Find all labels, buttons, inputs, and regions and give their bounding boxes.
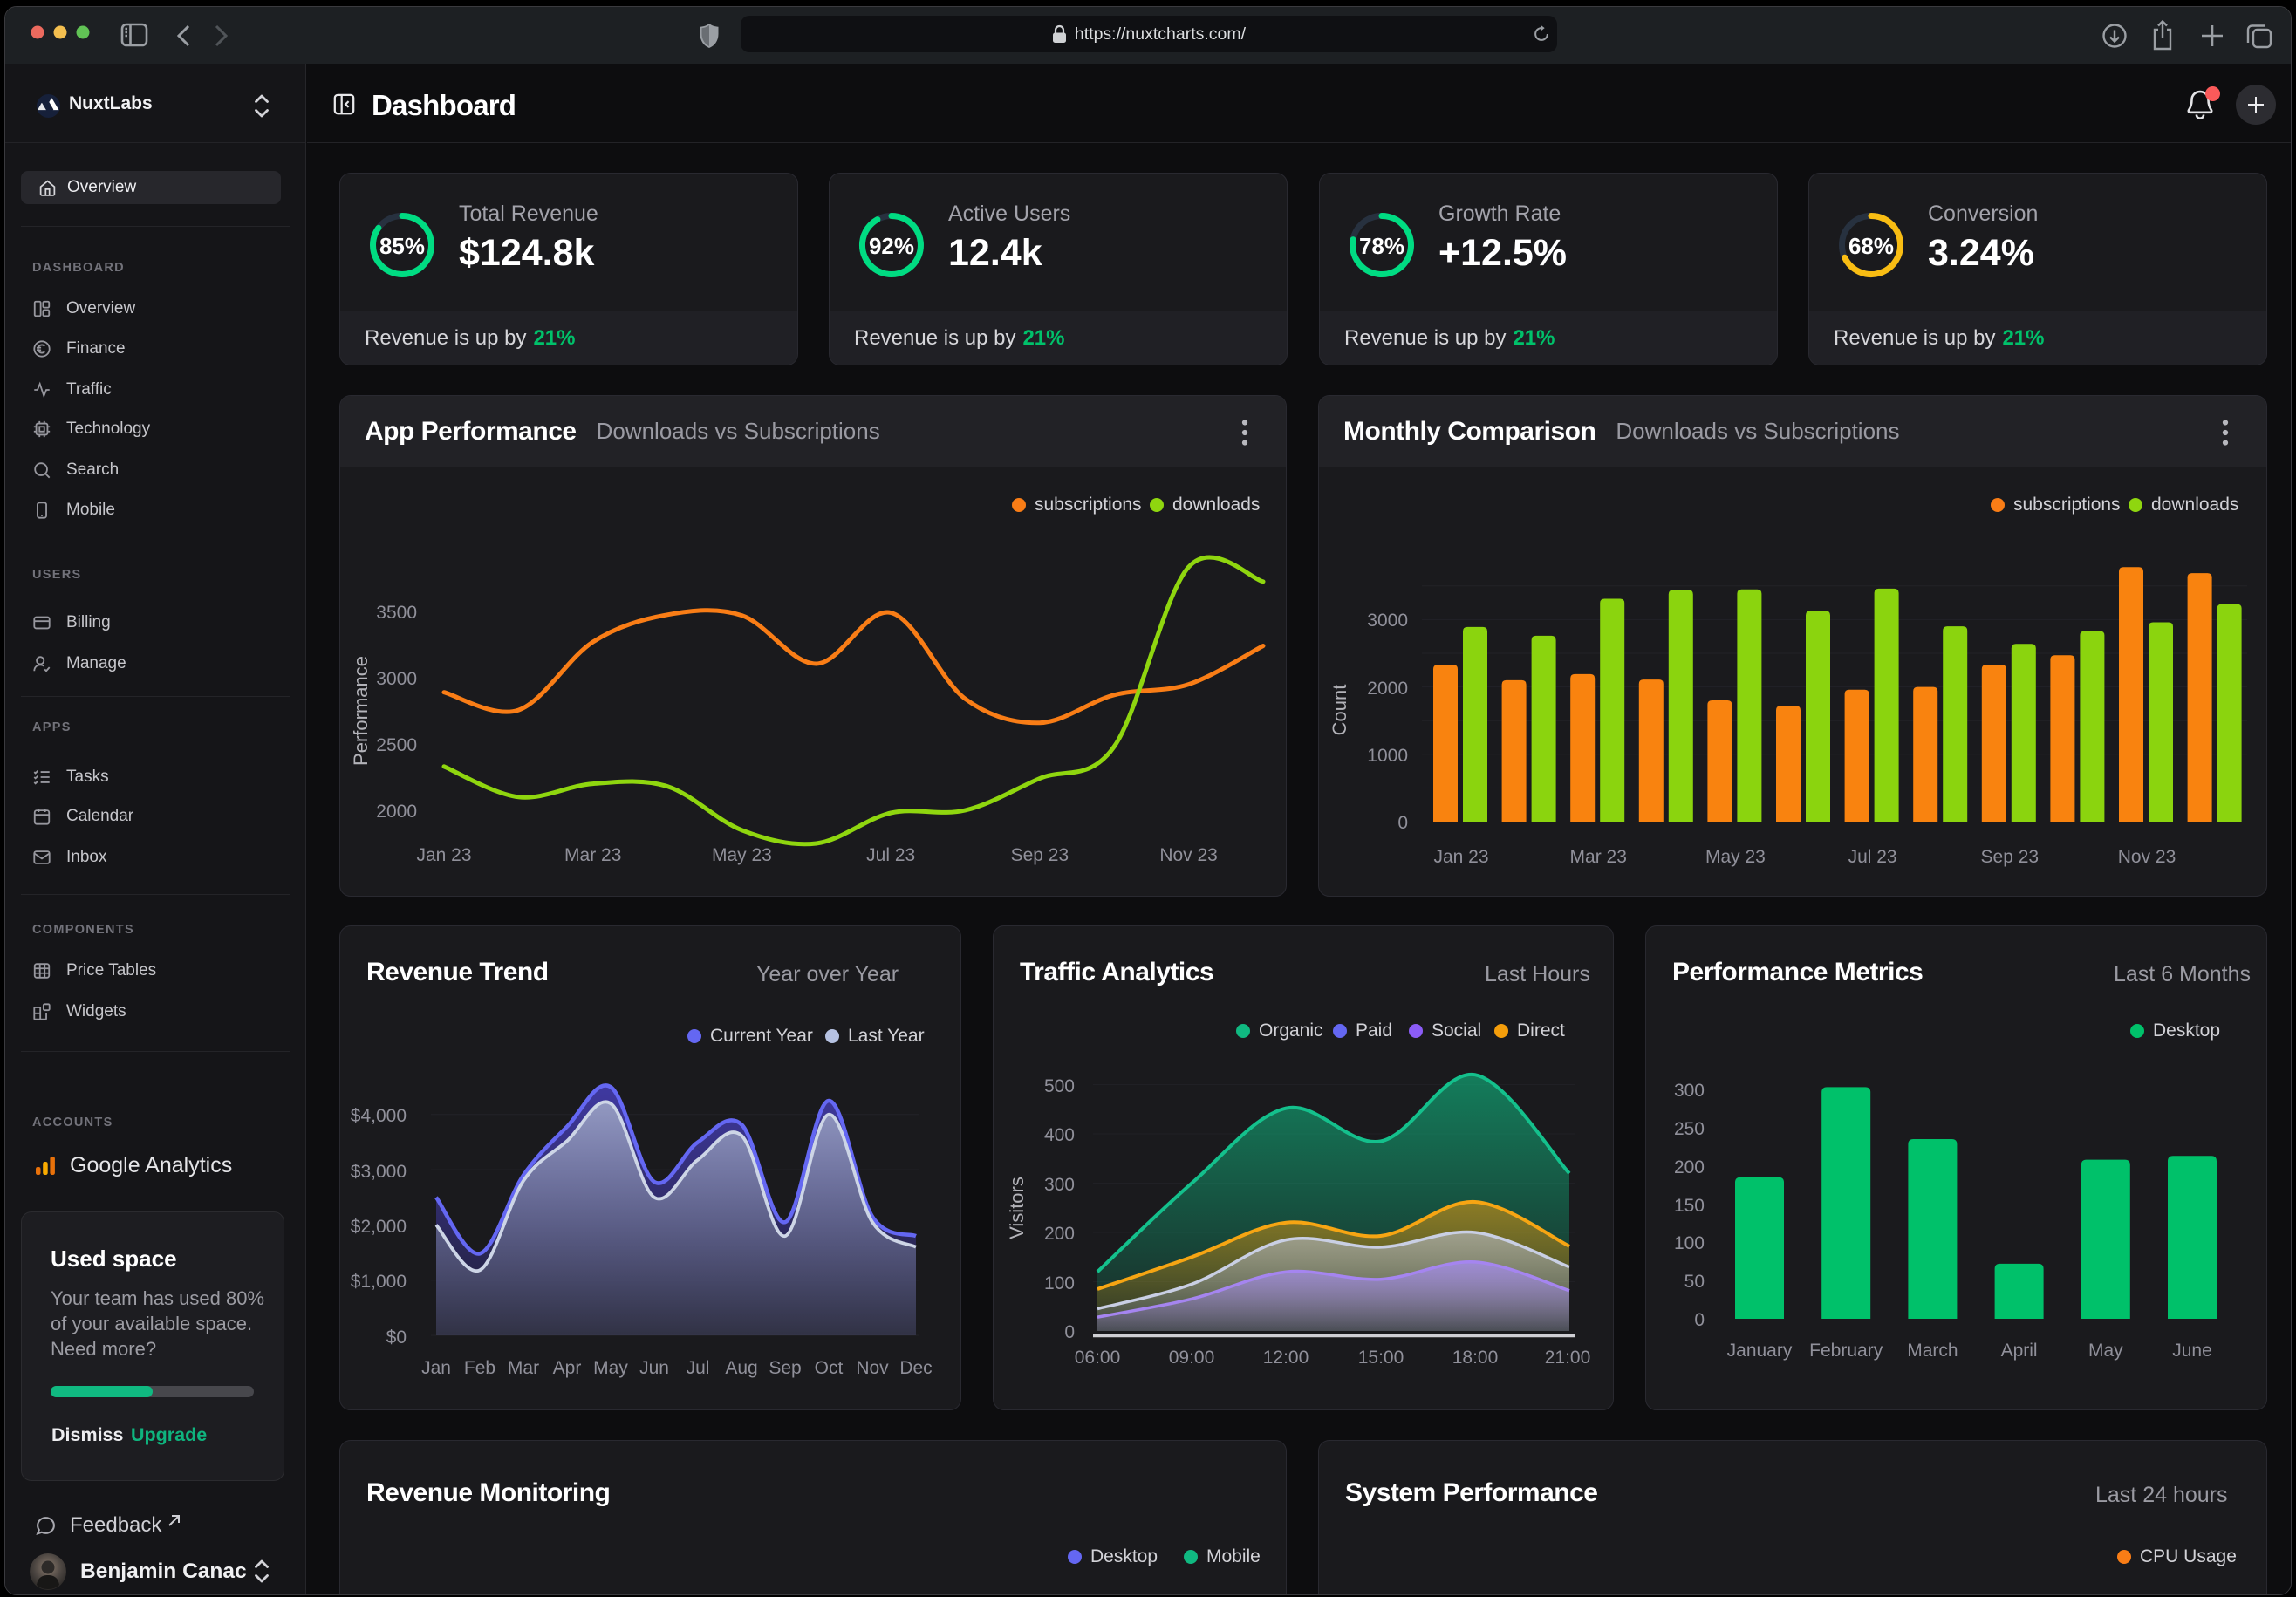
svg-text:100: 100 — [1044, 1273, 1075, 1293]
svg-text:February: February — [1809, 1341, 1883, 1361]
svg-text:250: 250 — [1674, 1119, 1705, 1139]
svg-text:$3,000: $3,000 — [351, 1162, 407, 1182]
svg-text:$4,000: $4,000 — [351, 1106, 407, 1126]
svg-text:150: 150 — [1674, 1196, 1705, 1216]
svg-text:500: 500 — [1044, 1076, 1075, 1096]
svg-text:06:00: 06:00 — [1075, 1348, 1121, 1368]
svg-text:Feb: Feb — [464, 1358, 495, 1378]
svg-text:Nov 23: Nov 23 — [1159, 845, 1218, 865]
svg-text:June: June — [2172, 1341, 2212, 1361]
svg-text:200: 200 — [1044, 1224, 1075, 1244]
svg-text:March: March — [1907, 1341, 1958, 1361]
svg-text:Mar 23: Mar 23 — [1570, 847, 1627, 867]
svg-text:May 23: May 23 — [712, 845, 772, 865]
svg-text:May: May — [593, 1358, 628, 1378]
svg-text:1000: 1000 — [1367, 746, 1408, 766]
svg-text:12:00: 12:00 — [1263, 1348, 1309, 1368]
svg-text:Sep: Sep — [769, 1358, 801, 1378]
svg-text:$1,000: $1,000 — [351, 1272, 407, 1292]
svg-text:Count: Count — [1329, 685, 1350, 736]
svg-text:300: 300 — [1674, 1081, 1705, 1101]
svg-text:May: May — [2088, 1341, 2123, 1361]
svg-text:Jul: Jul — [687, 1358, 710, 1378]
svg-text:100: 100 — [1674, 1233, 1705, 1253]
svg-text:2000: 2000 — [1367, 679, 1408, 699]
svg-text:3000: 3000 — [1367, 611, 1408, 631]
svg-text:09:00: 09:00 — [1169, 1348, 1215, 1368]
svg-text:Performance: Performance — [350, 656, 372, 766]
svg-text:Sep 23: Sep 23 — [1981, 847, 2040, 867]
svg-text:2000: 2000 — [376, 802, 417, 822]
svg-text:Nov: Nov — [856, 1358, 889, 1378]
svg-text:$0: $0 — [386, 1327, 407, 1348]
svg-text:Apr: Apr — [553, 1358, 582, 1378]
svg-text:21:00: 21:00 — [1545, 1348, 1591, 1368]
svg-text:18:00: 18:00 — [1452, 1348, 1499, 1368]
svg-text:Mar 23: Mar 23 — [564, 845, 621, 865]
svg-text:50: 50 — [1684, 1272, 1705, 1292]
svg-text:Dec: Dec — [899, 1358, 932, 1378]
svg-text:0: 0 — [1397, 813, 1408, 833]
svg-text:Nov 23: Nov 23 — [2118, 847, 2176, 867]
svg-text:Jun: Jun — [639, 1358, 669, 1378]
svg-text:Oct: Oct — [815, 1358, 844, 1378]
svg-text:0: 0 — [1064, 1322, 1075, 1342]
svg-text:Jul 23: Jul 23 — [1848, 847, 1897, 867]
svg-text:May 23: May 23 — [1705, 847, 1766, 867]
svg-text:200: 200 — [1674, 1157, 1705, 1177]
svg-text:$2,000: $2,000 — [351, 1217, 407, 1237]
svg-text:Mar: Mar — [508, 1358, 539, 1378]
svg-text:Aug: Aug — [725, 1358, 757, 1378]
svg-text:2500: 2500 — [376, 735, 417, 755]
svg-text:Jan: Jan — [421, 1358, 451, 1378]
svg-text:15:00: 15:00 — [1358, 1348, 1404, 1368]
svg-text:April: April — [2001, 1341, 2038, 1361]
svg-text:January: January — [1727, 1341, 1793, 1361]
svg-text:Visitors: Visitors — [1006, 1177, 1028, 1239]
svg-text:Sep 23: Sep 23 — [1011, 845, 1069, 865]
svg-text:3000: 3000 — [376, 669, 417, 689]
svg-text:Jul 23: Jul 23 — [866, 845, 915, 865]
svg-text:Jan 23: Jan 23 — [416, 845, 471, 865]
svg-text:400: 400 — [1044, 1125, 1075, 1145]
svg-text:300: 300 — [1044, 1175, 1075, 1195]
svg-text:Jan 23: Jan 23 — [1433, 847, 1488, 867]
svg-text:0: 0 — [1694, 1310, 1705, 1330]
svg-text:3500: 3500 — [376, 603, 417, 623]
